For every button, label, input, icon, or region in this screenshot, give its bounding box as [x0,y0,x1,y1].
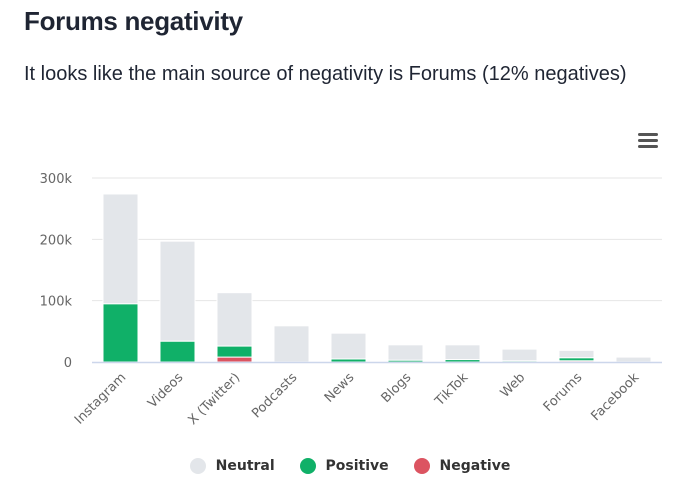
bar-positive [159,340,196,363]
bar-neutral [615,356,652,363]
bar-positive [216,345,253,358]
legend-item-positive[interactable]: Positive [299,458,389,474]
y-tick-label: 300k [40,172,73,187]
x-tick-label: Instagram [72,370,129,427]
x-tick-label: X (Twitter) [186,370,244,428]
bar-neutral [444,344,481,361]
bar-neutral [102,193,139,305]
bar-neutral [558,349,595,359]
bar-neutral [273,325,310,363]
legend-item-neutral[interactable]: Neutral [189,458,275,474]
x-tick-label: Videos [145,370,186,411]
x-tick-label: Web [498,370,529,401]
x-tick-label: Facebook [589,370,643,424]
y-tick-label: 100k [40,295,73,310]
bar-neutral [330,332,367,360]
y-tick-label: 200k [40,233,73,248]
x-tick-label: News [322,370,358,406]
bar-negative [216,356,253,363]
legend-item-negative[interactable]: Negative [413,458,511,474]
bar-neutral [159,240,196,342]
bar-neutral [387,344,424,361]
legend-label: Positive [325,458,389,474]
bar-chart: 0 100k 200k 300k Instagram Videos X (Twitter) P… [40,172,662,428]
bar-positive [102,303,139,363]
legend-dot-positive [299,458,316,474]
x-tick-label: Podcasts [249,370,300,421]
legend-label: Neutral [215,458,275,474]
x-tick-label: Blogs [379,370,415,406]
x-tick-label: Forums [541,370,586,415]
legend: Neutral Positive Negative [0,458,700,478]
bar-neutral [216,292,253,347]
legend-label: Negative [439,458,511,474]
x-tick-label: TikTok [432,370,472,410]
bar-neutral [501,348,538,362]
legend-dot-negative [413,458,430,474]
y-tick-label: 0 [64,356,72,371]
legend-dot-neutral [189,458,206,474]
